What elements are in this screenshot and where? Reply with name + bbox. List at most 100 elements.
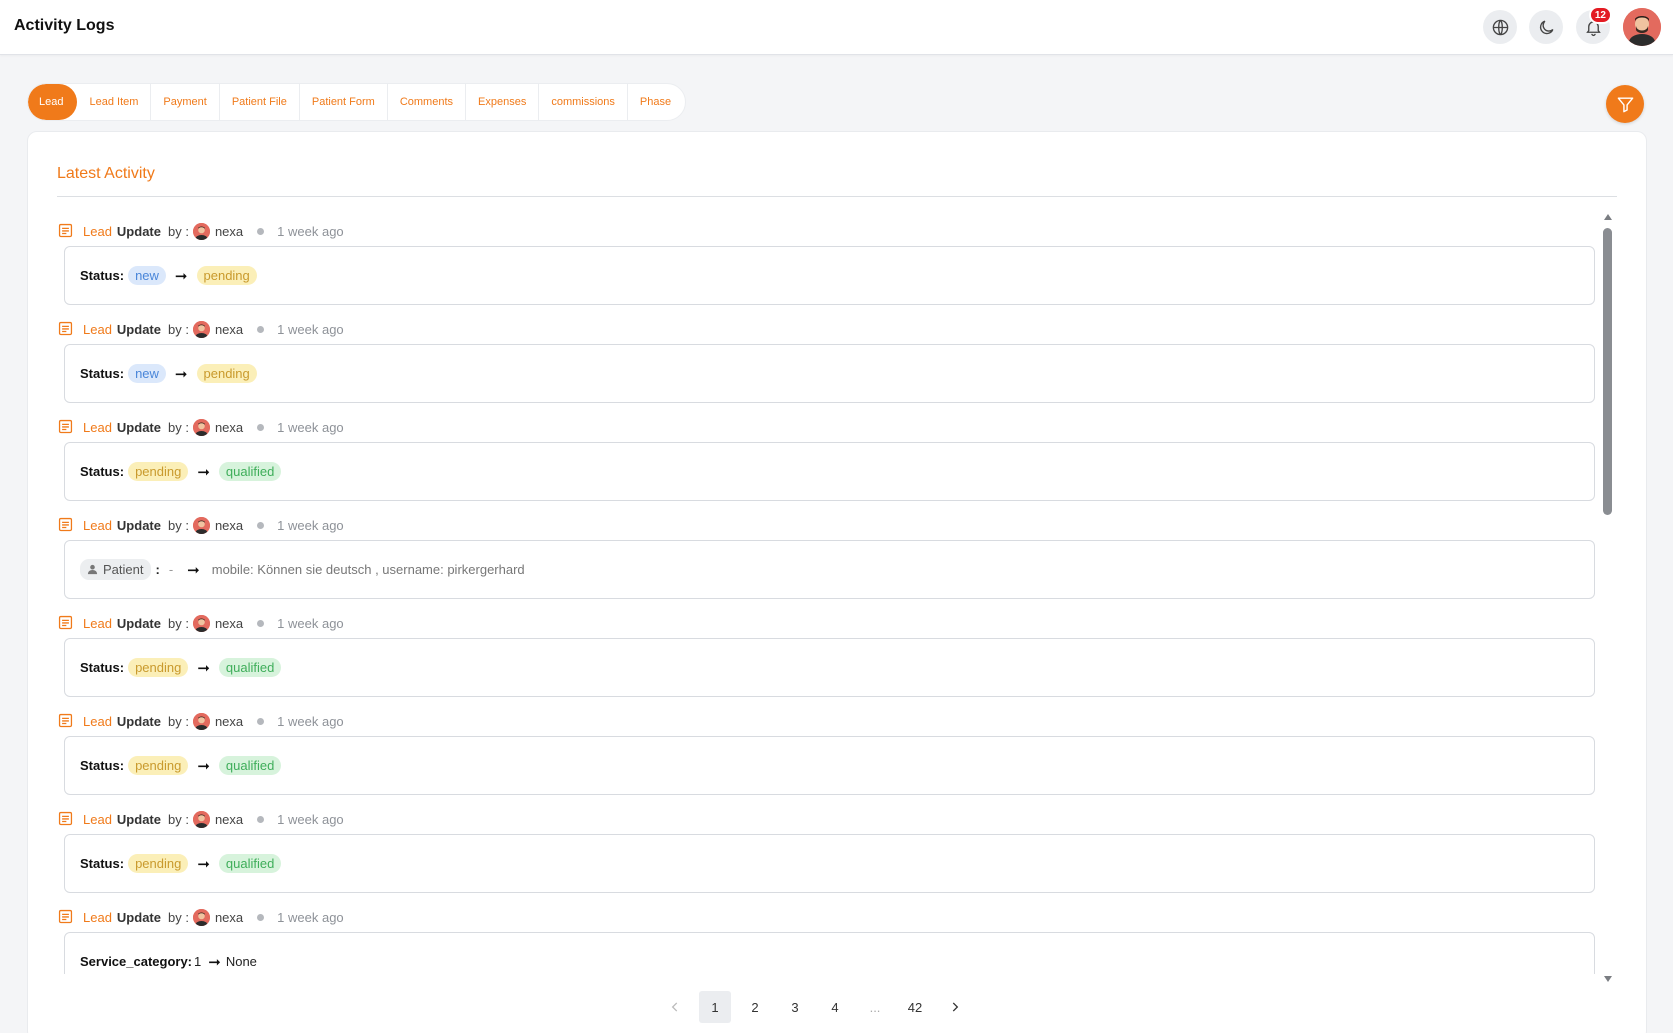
user-avatar[interactable] (1623, 8, 1661, 46)
page-button-2[interactable]: 2 (739, 991, 771, 1023)
document-icon (58, 615, 73, 630)
change-details-box: Status: pending ➞ qualified (64, 834, 1595, 893)
document-icon (58, 321, 73, 336)
action-label: Update (116, 615, 161, 631)
timestamp: 1 week ago (277, 615, 344, 631)
entity-link[interactable]: Lead (83, 910, 112, 925)
top-bar: Activity Logs 12 (0, 0, 1673, 55)
field-label: Status: (80, 366, 125, 381)
tab-lead[interactable]: Lead (28, 84, 78, 120)
by-label: by : (167, 223, 189, 239)
separator: : (155, 562, 160, 577)
page-button-42[interactable]: 42 (899, 991, 931, 1023)
log-entry: Lead Update by : nexa 1 week ago Status: new ➞ p… (57, 318, 1597, 408)
notifications-button[interactable]: 12 (1576, 6, 1612, 44)
log-header: Lead Update by : nexa 1 week ago (57, 318, 344, 340)
filter-icon (1617, 96, 1633, 112)
new-value-chip: pending (196, 364, 257, 383)
user-name: nexa (214, 517, 244, 533)
entity-link[interactable]: Lead (83, 420, 112, 435)
entity-link[interactable]: Lead (83, 616, 112, 631)
user-name: nexa (214, 909, 244, 925)
patient-field-chip: Patient (80, 559, 152, 580)
activity-card: Latest Activity Lead Update by : nexa 1 week… (27, 131, 1647, 1033)
next-page-button[interactable] (939, 991, 971, 1023)
new-value-chip: qualified (218, 854, 282, 873)
divider (57, 196, 1617, 197)
log-entry: Lead Update by : nexa 1 week ago Patient: - ➞ mo… (57, 514, 1597, 604)
separator-dot (257, 521, 265, 529)
timestamp: 1 week ago (277, 811, 344, 827)
document-icon (58, 713, 73, 728)
arrow-right-icon: ➞ (174, 365, 188, 383)
by-label: by : (167, 811, 189, 827)
entity-link[interactable]: Lead (83, 224, 112, 239)
action-label: Update (116, 517, 161, 533)
old-value-chip: pending (128, 756, 189, 775)
separator-dot (257, 619, 265, 627)
tab-comments[interactable]: Comments (388, 84, 467, 120)
timestamp: 1 week ago (277, 223, 344, 239)
field-label: Patient (103, 562, 144, 577)
arrow-right-icon: ➞ (208, 953, 221, 971)
old-value: - (168, 562, 174, 577)
separator-dot (257, 423, 265, 431)
log-header: Lead Update by : nexa 1 week ago (57, 612, 344, 634)
user-avatar-small (192, 320, 210, 338)
change-details-box: Service_category: 1 ➞ None (64, 932, 1595, 974)
entity-link[interactable]: Lead (83, 714, 112, 729)
new-value: mobile: Können sie deutsch , username: p… (211, 562, 525, 577)
entity-link[interactable]: Lead (83, 322, 112, 337)
document-icon (58, 909, 73, 924)
page-button-3[interactable]: 3 (779, 991, 811, 1023)
card-title: Latest Activity (57, 165, 155, 182)
old-value-chip: new (128, 266, 166, 285)
tab-patient-file[interactable]: Patient File (220, 84, 300, 120)
document-icon (58, 419, 73, 434)
tab-lead-item[interactable]: Lead Item (77, 84, 152, 120)
prev-page-button[interactable] (659, 991, 691, 1023)
chevron-left-icon (671, 1002, 678, 1012)
action-label: Update (116, 321, 161, 337)
tab-phase[interactable]: Phase (628, 84, 685, 120)
by-label: by : (167, 615, 189, 631)
page-title: Activity Logs (14, 17, 115, 34)
entity-link[interactable]: Lead (83, 518, 112, 533)
scroll-down-arrow[interactable] (1604, 976, 1612, 982)
action-label: Update (116, 713, 161, 729)
timestamp: 1 week ago (277, 713, 344, 729)
theme-toggle-button[interactable] (1529, 10, 1563, 44)
entity-link[interactable]: Lead (83, 812, 112, 827)
change-details-box: Patient: - ➞ mobile: Können sie deutsch , u… (64, 540, 1595, 599)
user-name: nexa (214, 713, 244, 729)
tab-commissions[interactable]: commissions (539, 84, 628, 120)
timestamp: 1 week ago (277, 419, 344, 435)
activity-log-list[interactable]: Lead Update by : nexa 1 week ago Status: new ➞ p… (57, 206, 1631, 974)
separator-dot (257, 325, 265, 333)
language-button[interactable] (1483, 10, 1517, 44)
user-avatar-small (192, 516, 210, 534)
new-value: None (225, 954, 257, 969)
user-avatar-small (192, 614, 210, 632)
log-header: Lead Update by : nexa 1 week ago (57, 808, 344, 830)
filter-button[interactable] (1606, 85, 1644, 123)
change-details-box: Status: pending ➞ qualified (64, 638, 1595, 697)
page-button-4[interactable]: 4 (819, 991, 851, 1023)
log-entry: Lead Update by : nexa 1 week ago Service_cate… (57, 906, 1597, 974)
tab-payment[interactable]: Payment (151, 84, 220, 120)
scroll-thumb[interactable] (1603, 228, 1612, 515)
person-icon (87, 564, 98, 575)
log-scrollbar[interactable] (1601, 214, 1615, 982)
tab-patient-form[interactable]: Patient Form (300, 84, 388, 120)
log-entry: Lead Update by : nexa 1 week ago Status: pendi… (57, 808, 1597, 898)
arrow-right-icon: ➞ (197, 463, 210, 481)
old-value-chip: pending (128, 462, 189, 481)
new-value-chip: qualified (218, 658, 282, 677)
user-name: nexa (214, 419, 244, 435)
arrow-right-icon: ➞ (174, 267, 188, 285)
scroll-up-arrow[interactable] (1604, 214, 1612, 220)
log-entry: Lead Update by : nexa 1 week ago Status: pendi… (57, 416, 1597, 506)
tab-expenses[interactable]: Expenses (466, 84, 540, 120)
page-button-1[interactable]: 1 (699, 991, 731, 1023)
change-details-box: Status: pending ➞ qualified (64, 442, 1595, 501)
